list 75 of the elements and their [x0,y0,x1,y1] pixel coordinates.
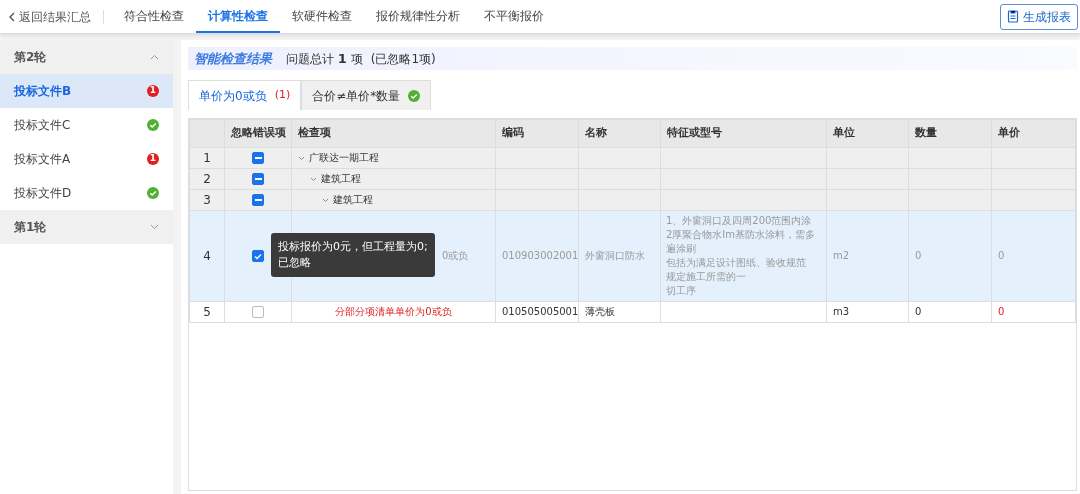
table-cell: m2 [833,250,850,261]
column-header: 检查项 [291,119,496,148]
column-header: 编码 [495,119,579,148]
nav-tab[interactable]: 不平衡报价 [472,0,556,33]
column-header: 特征或型号 [660,119,827,148]
ignored-count: (已忽略1项) [370,50,436,68]
table-cell: 外窗洞口防水 [585,250,645,261]
feature-line: 遍涂刷 [666,242,697,256]
chevron-up-icon [150,54,159,60]
feature-line: 切工序 [666,284,697,298]
checkbox[interactable] [252,152,264,164]
column-header: 单价 [991,119,1076,148]
column-header: 名称 [578,119,661,148]
file-item[interactable]: 投标文件D [0,176,173,210]
file-item[interactable]: 投标文件C [0,108,173,142]
nav-tab[interactable]: 软硬件检查 [280,0,364,33]
chevron-down-icon [310,176,317,182]
nav-tab[interactable]: 计算性检查 [196,0,280,33]
error-badge: 1 [147,85,159,97]
table-cell: 0 [915,250,922,261]
back-link[interactable]: 返回结果汇总 [8,9,104,24]
table-cell: 0 [915,306,922,317]
round-title: 第2轮 [14,49,47,66]
result-title: 智能检查结果 [194,49,272,68]
tooltip-line: 投标报价为0元，但工程量为0; [278,239,428,255]
check-item-text: 分部分项清单单价为0或负 [335,306,452,317]
nav-tab[interactable]: 报价规律性分析 [364,0,472,33]
check-circle-icon [147,187,159,199]
tree-node[interactable]: 建筑工程 [322,193,373,208]
nav-tab[interactable]: 符合性检查 [112,0,196,33]
feature-line: 包括为满足设计图纸、验收规范 [666,256,807,270]
result-tab[interactable]: 单价为0或负 (1) [188,80,302,110]
chevron-left-icon [8,11,15,22]
feature-line: 2厚聚合物水Im基防水涂料，需多 [666,228,817,242]
report-button[interactable]: 生成报表 [1000,3,1078,30]
row-number: 4 [189,210,225,302]
chevron-down-icon [298,155,305,161]
file-name: 投标文件A [14,151,71,168]
column-header: 忽略错误项 [224,119,292,148]
summary-text: 问题总计 1 项 [286,49,363,68]
checkbox[interactable] [252,173,264,185]
check-circle-icon [147,119,159,131]
round-title: 第1轮 [14,219,47,236]
check-circle-icon [408,89,421,102]
checkbox[interactable] [252,250,264,262]
error-badge: 1 [147,153,159,165]
table-cell: 010903002001 [502,250,579,261]
round-header[interactable]: 第2轮 [0,40,173,74]
row-number: 5 [189,301,225,323]
feature-line: 1、外窗洞口及四周200范围内涂 [666,214,813,228]
column-header: 数量 [908,119,992,148]
table-cell: 0 [998,250,1005,261]
table-cell: 薄壳板 [585,306,615,317]
row-number: 3 [189,189,225,211]
table-cell: 0 [998,306,1005,317]
file-name: 投标文件B [14,83,72,100]
chevron-down-icon [322,197,329,203]
file-item[interactable]: 投标文件B 1 [0,74,173,108]
column-header: 单位 [826,119,909,148]
table-cell: 010505005001 [502,306,579,317]
tooltip-line: 已忽略 [278,255,312,271]
checkbox[interactable] [252,306,264,318]
chevron-down-icon [150,224,159,230]
result-tab[interactable]: 合价≠单价*数量 [301,80,432,110]
row-number: 1 [189,147,225,169]
document-icon [1007,10,1019,23]
checkbox[interactable] [252,194,264,206]
table-cell: m3 [833,306,850,317]
file-name: 投标文件D [14,185,72,202]
file-name: 投标文件C [14,117,71,134]
tree-node[interactable]: 建筑工程 [310,172,361,187]
file-item[interactable]: 投标文件A 1 [0,142,173,176]
round-header[interactable]: 第1轮 [0,210,173,244]
check-item-text: 0或负 [442,250,469,261]
row-number: 2 [189,168,225,190]
